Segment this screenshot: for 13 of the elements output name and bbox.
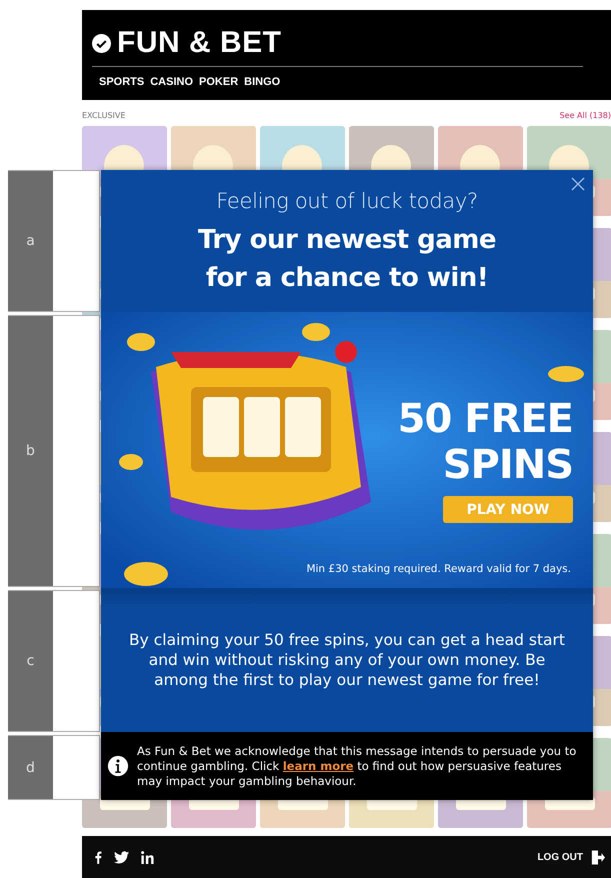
offer-title: SPINS xyxy=(442,442,573,488)
modal-body-text: By claiming your 50 free spins, you can get a head start and win without risking any of your own money. Be among the first to play our newest game for free! xyxy=(128,630,566,690)
annotation-label: d xyxy=(25,760,36,776)
annotation-label: c xyxy=(26,653,36,669)
annotation-label: a xyxy=(25,233,36,249)
annotation-label: b xyxy=(25,443,36,459)
modal-headline: for a chance to win! xyxy=(204,262,490,295)
terms-text: Min £30 staking required. Reward valid for 7 days. xyxy=(306,563,571,575)
offer-title: 50 FREE xyxy=(398,396,573,442)
modal-headline: Try our newest game xyxy=(196,224,498,257)
section-title: EXCLUSIVE xyxy=(82,110,126,120)
modal-kicker: Feeling out of luck today? xyxy=(215,188,479,215)
notice-text: As Fun & Bet we acknowledge that this message intends to persuade you to continue gambling. Click learn more to find out how persuasive features may impact your gambling behaviour. xyxy=(137,744,578,788)
